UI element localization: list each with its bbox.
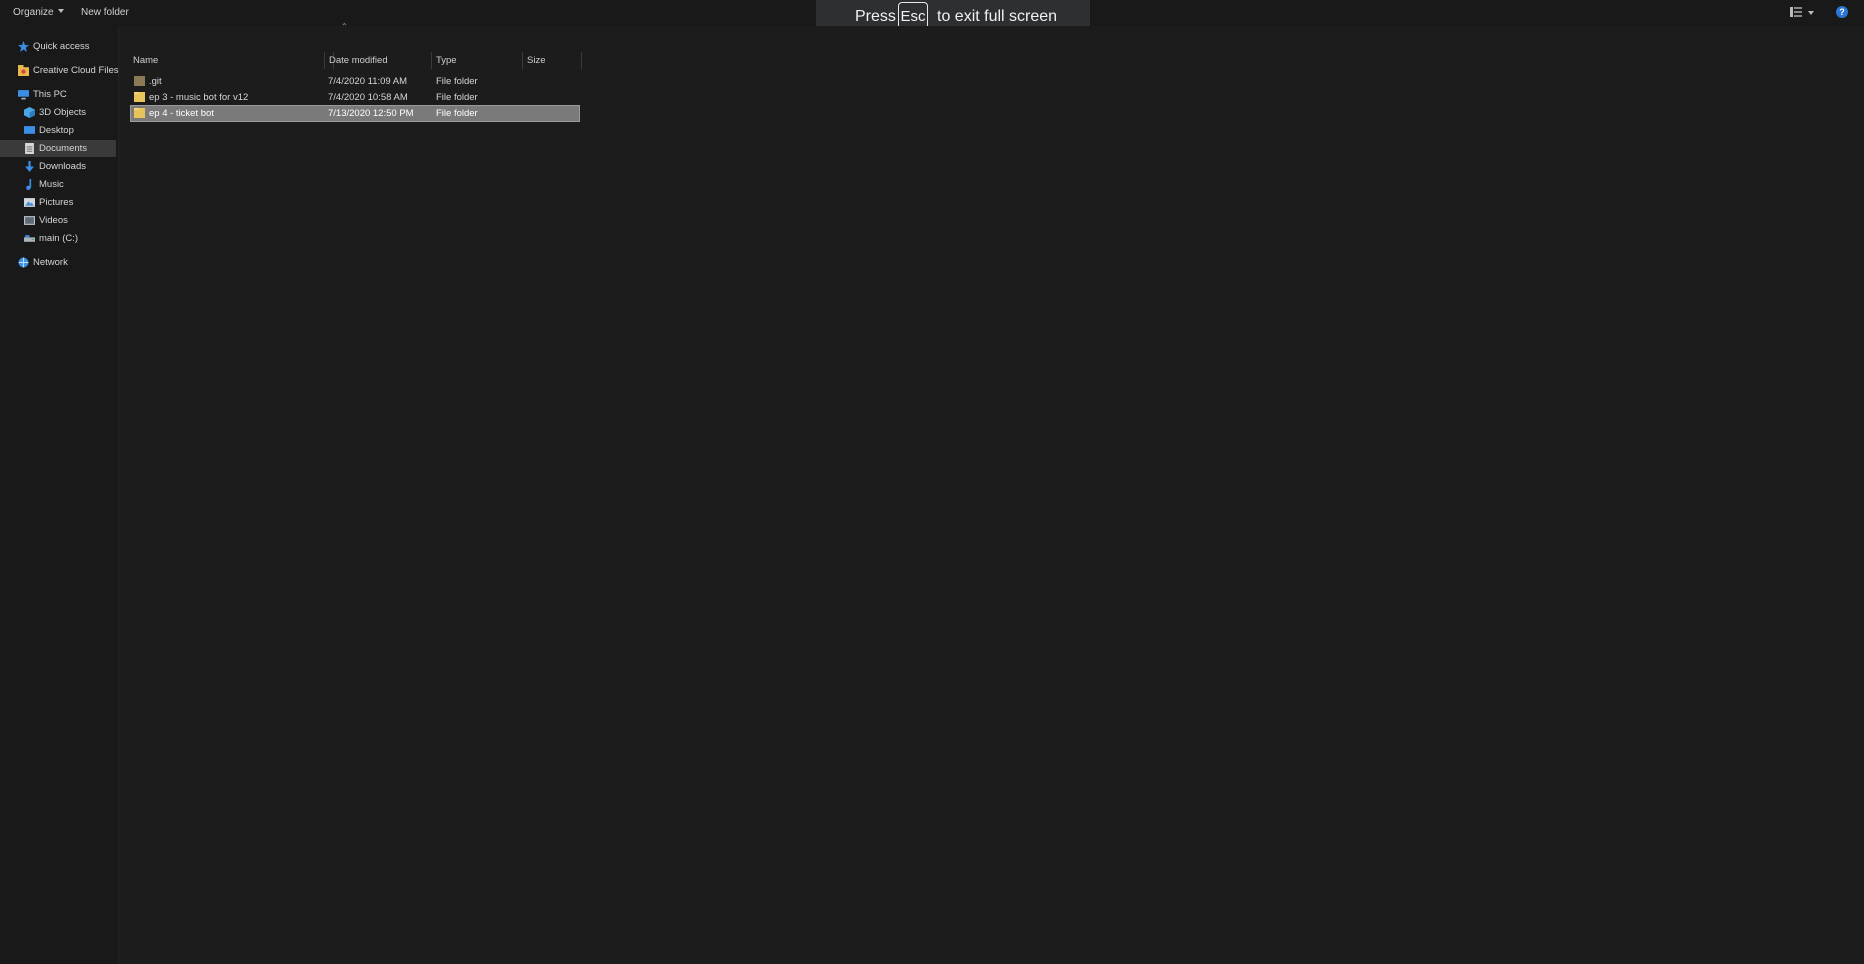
- pictures-icon: [24, 198, 35, 207]
- download-icon: [25, 161, 34, 172]
- nav-item-label: Quick access: [33, 41, 90, 52]
- table-row[interactable]: ep 4 - ticket bot 7/13/2020 12:50 PM Fil…: [130, 105, 580, 122]
- creative-cloud-icon: [18, 65, 29, 76]
- nav-item-label: Desktop: [39, 125, 74, 136]
- nav-item-network[interactable]: Network: [18, 254, 116, 271]
- folder-icon: [134, 108, 145, 118]
- column-header-name[interactable]: Name: [129, 52, 334, 69]
- file-date: 7/13/2020 12:50 PM: [328, 108, 414, 119]
- videos-icon: [24, 216, 35, 225]
- file-type: File folder: [436, 76, 478, 87]
- nav-item-pictures[interactable]: Pictures: [24, 194, 116, 211]
- column-header-type[interactable]: Type: [432, 52, 523, 69]
- file-type: File folder: [436, 92, 478, 103]
- music-icon: [26, 179, 32, 190]
- nav-item-documents[interactable]: Documents: [0, 140, 116, 157]
- folder-icon: [134, 76, 145, 86]
- nav-item-videos[interactable]: Videos: [24, 212, 116, 229]
- nav-item-quick-access[interactable]: Quick access: [18, 38, 116, 55]
- column-header-date-modified[interactable]: Date modified: [324, 52, 432, 69]
- file-type: File folder: [436, 108, 478, 119]
- network-icon: [18, 257, 29, 268]
- nav-item-label: Creative Cloud Files: [33, 65, 119, 76]
- column-header-size[interactable]: Size: [523, 52, 582, 69]
- file-name: ep 4 - ticket bot: [149, 108, 214, 119]
- nav-item-downloads[interactable]: Downloads: [24, 158, 116, 175]
- desktop-icon: [24, 126, 35, 134]
- file-name: ep 3 - music bot for v12: [149, 92, 249, 103]
- document-icon: [25, 143, 34, 154]
- sort-ascending-icon: ⌃: [341, 22, 348, 31]
- file-name: .git: [149, 76, 162, 87]
- organize-button[interactable]: Organize: [13, 6, 64, 20]
- drive-icon: [24, 235, 35, 242]
- nav-item-label: Pictures: [39, 197, 74, 208]
- chevron-down-icon: [57, 9, 64, 13]
- help-button[interactable]: ?: [1836, 6, 1848, 18]
- file-date: 7/4/2020 10:58 AM: [328, 92, 408, 103]
- table-row[interactable]: .git 7/4/2020 11:09 AM File folder: [129, 74, 697, 89]
- star-icon: [18, 41, 29, 52]
- nav-item-label: 3D Objects: [39, 107, 86, 118]
- nav-item-this-pc[interactable]: This PC: [18, 86, 116, 103]
- nav-item-label: Videos: [39, 215, 68, 226]
- file-date: 7/4/2020 11:09 AM: [328, 76, 408, 87]
- new-folder-button[interactable]: New folder: [81, 6, 129, 20]
- nav-item-label: This PC: [33, 89, 67, 100]
- table-row[interactable]: ep 3 - music bot for v12 7/4/2020 10:58 …: [129, 90, 697, 105]
- nav-item-3d-objects[interactable]: 3D Objects: [24, 104, 116, 121]
- nav-item-label: Documents: [39, 143, 88, 154]
- organize-label: Organize: [13, 7, 54, 18]
- file-list-pane: ⌃ Name Date modified Type Size .git 7/4/…: [119, 22, 1864, 964]
- nav-item-label: main (C:): [39, 233, 79, 244]
- nav-item-label: Network: [33, 257, 68, 268]
- nav-item-music[interactable]: Music: [24, 176, 116, 193]
- computer-icon: [18, 90, 29, 100]
- nav-item-main-c[interactable]: main (C:): [24, 230, 116, 247]
- view-options-chevron-icon[interactable]: [1808, 11, 1814, 15]
- nav-item-label: Music: [39, 179, 64, 190]
- details-view-icon[interactable]: [1790, 7, 1802, 17]
- nav-item-desktop[interactable]: Desktop: [24, 122, 116, 139]
- nav-item-creative-cloud-files[interactable]: Creative Cloud Files: [18, 62, 119, 79]
- cube-icon: [24, 107, 35, 118]
- folder-icon: [134, 92, 145, 102]
- navigation-pane: Quick access Creative Cloud Files This P…: [0, 26, 119, 964]
- nav-item-label: Downloads: [39, 161, 86, 172]
